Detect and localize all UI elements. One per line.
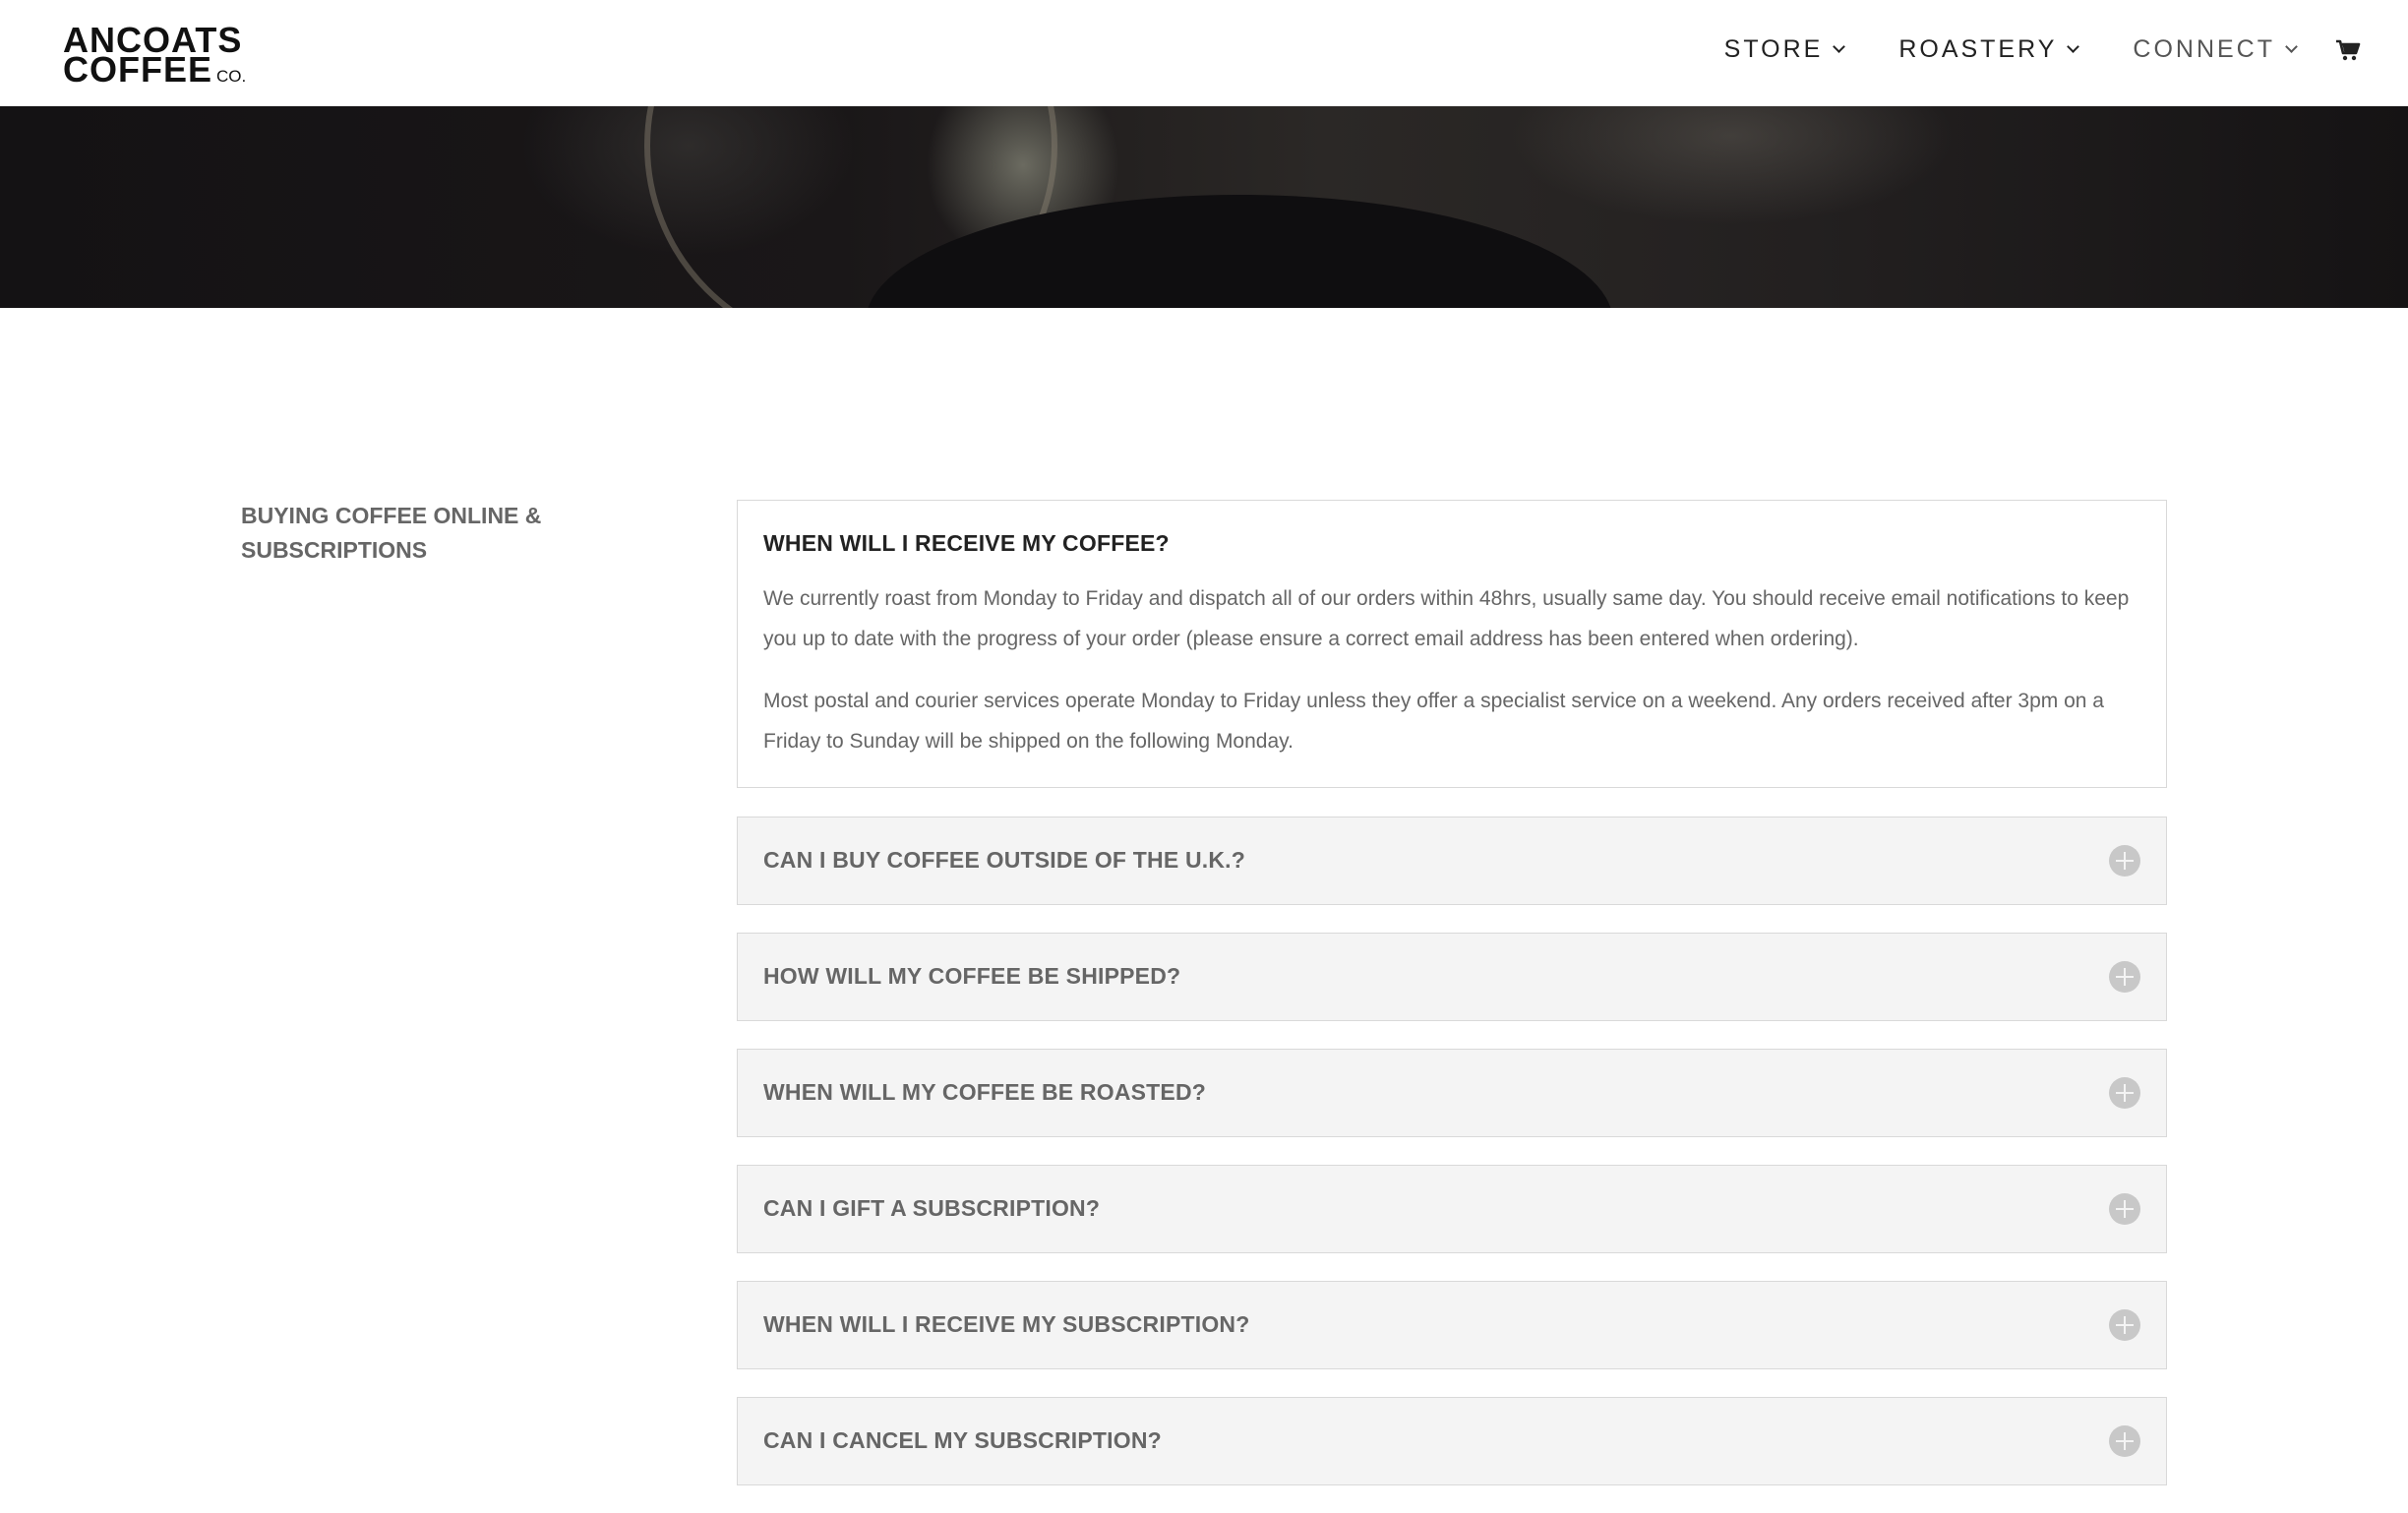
faq-item[interactable]: HOW WILL MY COFFEE BE SHIPPED? — [737, 933, 2167, 1021]
plus-circle-icon[interactable] — [2109, 961, 2140, 993]
faq-question: HOW WILL MY COFFEE BE SHIPPED? — [763, 963, 1181, 989]
site-logo[interactable]: ANCOATS COFFEE CO. — [63, 23, 250, 88]
faq-question: WHEN WILL MY COFFEE BE ROASTED? — [763, 1079, 1207, 1105]
faq-item[interactable]: WHEN WILL I RECEIVE MY SUBSCRIPTION? — [737, 1281, 2167, 1369]
chevron-down-icon — [1833, 40, 1846, 53]
faq-accordion: WHEN WILL I RECEIVE MY COFFEE? We curren… — [737, 500, 2167, 1513]
section-title: BUYING COFFEE ONLINE & SUBSCRIPTIONS — [241, 503, 542, 563]
faq-item[interactable]: CAN I BUY COFFEE OUTSIDE OF THE U.K.? — [737, 817, 2167, 905]
faq-item[interactable]: CAN I GIFT A SUBSCRIPTION? — [737, 1165, 2167, 1253]
faq-item[interactable]: CAN I CANCEL MY SUBSCRIPTION? — [737, 1397, 2167, 1485]
chevron-down-icon — [2285, 40, 2298, 53]
nav-label-connect: CONNECT — [2133, 35, 2275, 63]
nav-label-roastery: ROASTERY — [1898, 35, 2058, 63]
faq-answer: We currently roast from Monday to Friday… — [763, 587, 2130, 650]
logo-suffix: CO. — [216, 67, 247, 86]
faq-question: CAN I CANCEL MY SUBSCRIPTION? — [763, 1427, 1162, 1453]
cart-icon[interactable] — [2335, 37, 2361, 63]
faq-question: CAN I GIFT A SUBSCRIPTION? — [763, 1195, 1101, 1221]
logo-line-2: COFFEE CO. — [63, 52, 250, 91]
chevron-down-icon — [2067, 40, 2080, 53]
plus-circle-icon[interactable] — [2109, 845, 2140, 877]
nav-item-connect[interactable]: CONNECT — [2133, 35, 2298, 64]
faq-answer: Most postal and courier services operate… — [763, 690, 2104, 753]
site-header: ANCOATS COFFEE CO. STORE ROASTERY CONNECT — [0, 0, 2408, 106]
hero-banner-image — [0, 106, 2408, 308]
faq-question: WHEN WILL I RECEIVE MY SUBSCRIPTION? — [763, 1311, 1250, 1337]
plus-circle-icon[interactable] — [2109, 1425, 2140, 1457]
nav-item-roastery[interactable]: ROASTERY — [1898, 35, 2080, 64]
faq-item-open: WHEN WILL I RECEIVE MY COFFEE? We curren… — [737, 500, 2167, 788]
faq-item[interactable]: WHEN WILL MY COFFEE BE ROASTED? — [737, 1049, 2167, 1137]
plus-circle-icon[interactable] — [2109, 1077, 2140, 1109]
faq-question: CAN I BUY COFFEE OUTSIDE OF THE U.K.? — [763, 847, 1245, 873]
main-nav: STORE ROASTERY CONNECT — [1669, 35, 2361, 64]
plus-circle-icon[interactable] — [2109, 1193, 2140, 1225]
plus-circle-icon[interactable] — [2109, 1309, 2140, 1341]
logo-line-2-text: COFFEE — [63, 49, 213, 90]
nav-label-store: STORE — [1723, 35, 1824, 63]
nav-item-store[interactable]: STORE — [1723, 35, 1846, 64]
faq-question[interactable]: WHEN WILL I RECEIVE MY COFFEE? — [763, 530, 2140, 557]
